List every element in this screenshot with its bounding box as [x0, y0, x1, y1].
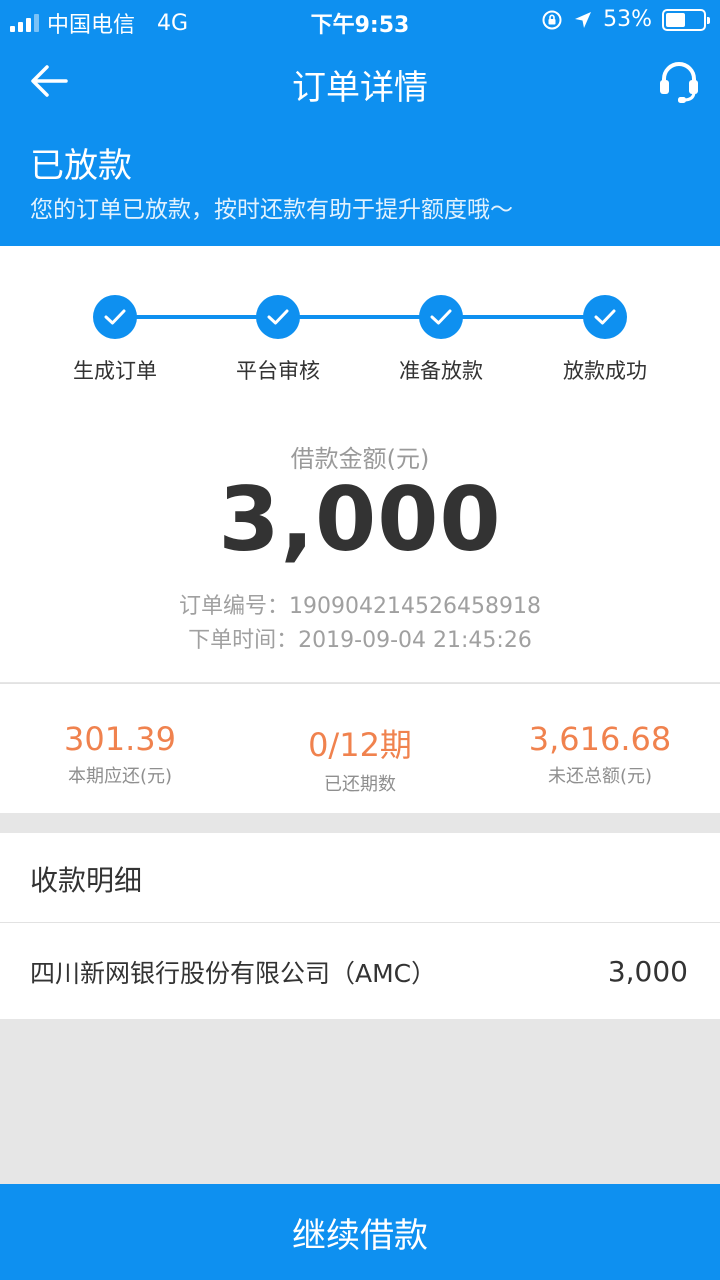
- repayment-summary: 301.39 本期应还(元) 0/12期 已还期数 3,616.68 未还总额(…: [0, 683, 720, 813]
- step-label: 平台审核: [236, 359, 320, 383]
- step-label: 放款成功: [563, 359, 647, 383]
- current-due-label: 本期应还(元): [67, 766, 173, 787]
- status-bar: 中国电信 4G 下午9:53 53%: [0, 0, 720, 40]
- periods-paid-value: 0/12期: [308, 726, 412, 764]
- location-arrow-icon: [575, 11, 592, 28]
- order-status-title: 已放款: [30, 146, 132, 186]
- step-label: 生成订单: [73, 359, 157, 383]
- payee-name: 四川新网银行股份有限公司（AMC）: [30, 959, 437, 988]
- progress-line: [115, 315, 605, 319]
- continue-borrowing-button[interactable]: 继续借款: [0, 1184, 720, 1280]
- divider: [0, 922, 720, 923]
- customer-service-button[interactable]: [656, 58, 702, 106]
- order-number-value: 190904214526458918: [289, 594, 541, 619]
- order-time-row: 下单时间：2019-09-04 21:45:26: [0, 622, 720, 654]
- current-due-stat: 301.39 本期应还(元): [0, 720, 240, 788]
- order-time-value: 2019-09-04 21:45:26: [298, 628, 532, 653]
- headset-icon: [660, 62, 698, 103]
- outstanding-total-label: 未还总额(元): [547, 766, 653, 787]
- order-number-label: 订单编号：: [179, 594, 290, 619]
- periods-paid-stat: 0/12期 已还期数: [240, 720, 480, 796]
- order-number-row: 订单编号：190904214526458918: [0, 588, 720, 620]
- rotation-lock-icon: [542, 10, 562, 29]
- order-card: 生成订单 平台审核 准备放款 放款成功 借款金额(元) 3,000 订单编号：1…: [0, 246, 720, 682]
- step-label: 准备放款: [399, 359, 483, 383]
- periods-paid-label: 已还期数: [324, 774, 396, 795]
- step-check-icon: [93, 295, 137, 339]
- loan-amount-value: 3,000: [218, 468, 502, 571]
- step-check-icon: [583, 295, 627, 339]
- page-title: 订单详情: [292, 68, 428, 108]
- receipt-details: 收款明细 四川新网银行股份有限公司（AMC） 3,000: [0, 833, 720, 1019]
- outstanding-total-stat: 3,616.68 未还总额(元): [480, 720, 720, 788]
- order-time-label: 下单时间：: [188, 628, 299, 653]
- nav-bar: 订单详情: [0, 40, 720, 122]
- order-status-description: 您的订单已放款，按时还款有助于提升额度哦～: [30, 197, 513, 223]
- outstanding-total-value: 3,616.68: [528, 720, 672, 758]
- header-area: 中国电信 4G 下午9:53 53% 订单详情 已放款 您的订单已放款，按时还款…: [0, 0, 720, 246]
- battery-icon: [662, 8, 710, 31]
- receipt-section-title: 收款明细: [30, 864, 143, 897]
- current-due-value: 301.39: [64, 720, 176, 758]
- step-check-icon: [419, 295, 463, 339]
- payee-amount: 3,000: [607, 955, 688, 988]
- battery-percent: 53%: [603, 7, 652, 32]
- step-check-icon: [256, 295, 300, 339]
